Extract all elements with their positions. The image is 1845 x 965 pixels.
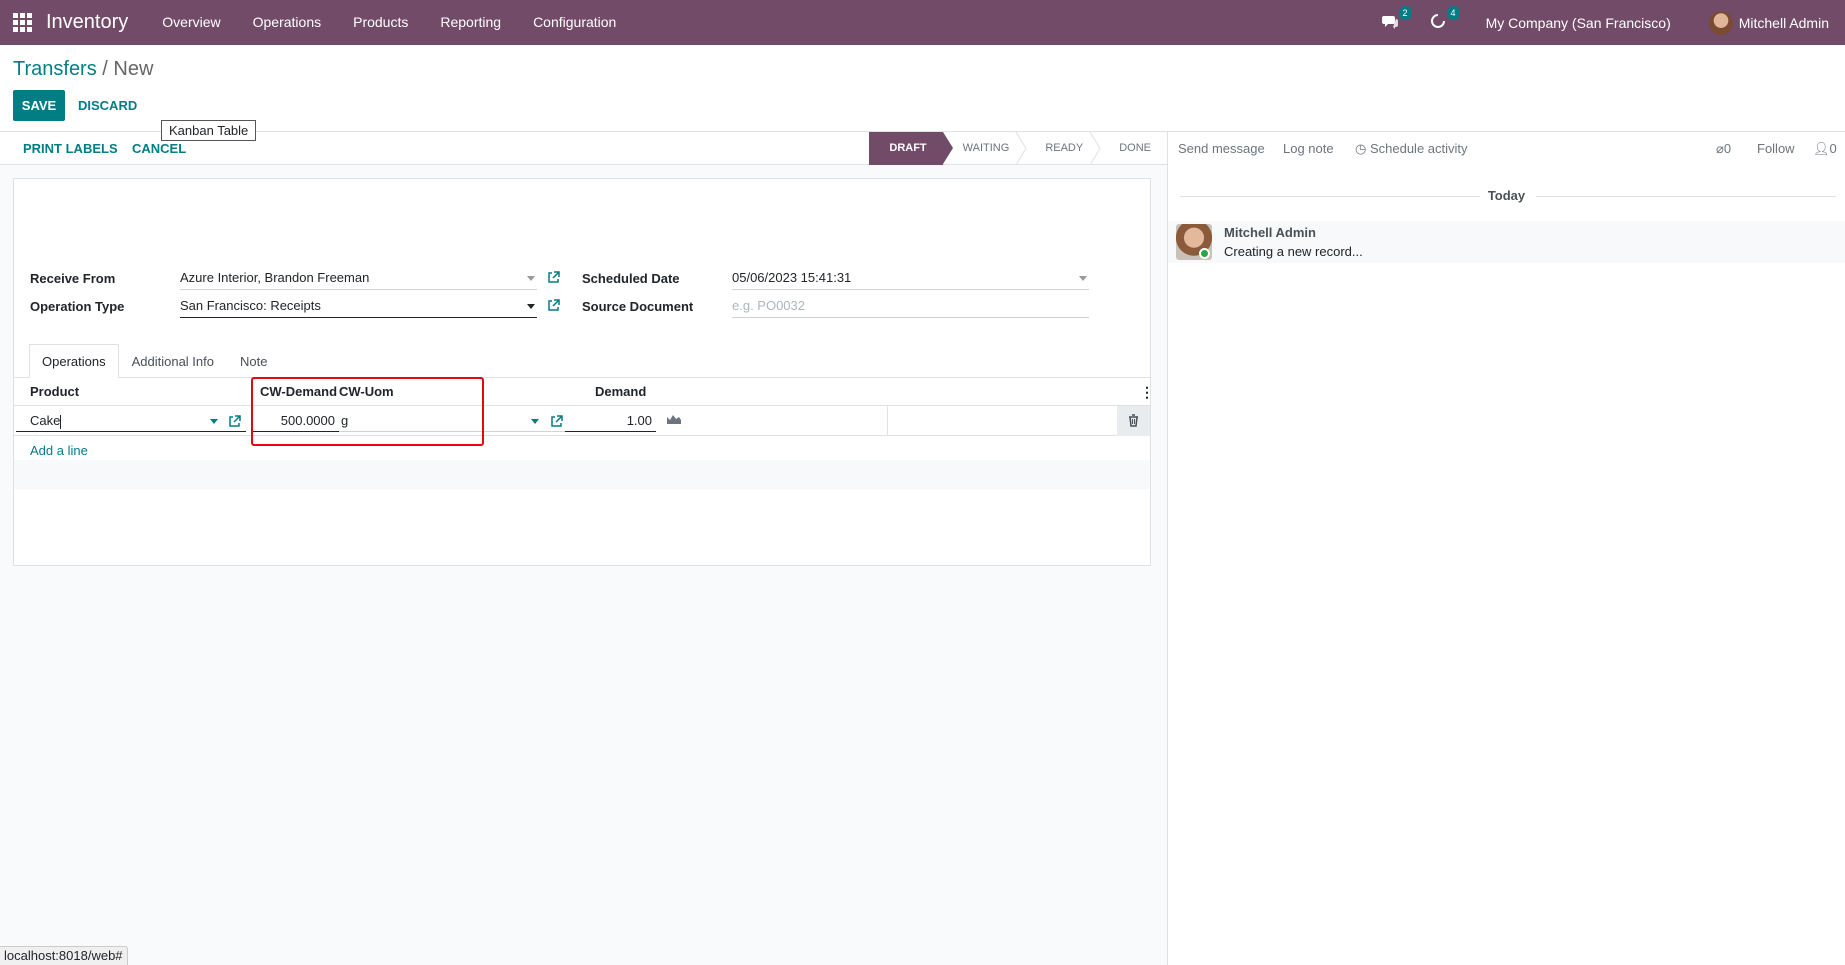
user-name: Mitchell Admin [1738, 14, 1829, 31]
demand-cell[interactable]: 1.00 [565, 410, 656, 432]
external-link-icon[interactable] [547, 271, 561, 285]
breadcrumb-current: New [113, 58, 154, 80]
print-labels-button[interactable]: PRINT LABELS [23, 132, 118, 165]
stage-done[interactable]: DONE [1099, 132, 1167, 165]
operation-type-label: Operation Type [30, 299, 125, 314]
stage-ready[interactable]: READY [1025, 132, 1101, 165]
source-document-label: Source Document [582, 299, 694, 314]
scheduled-date-field[interactable]: 05/06/2023 15:41:31 [732, 268, 1089, 290]
followers-button[interactable]: 👤︎0 [1813, 132, 1837, 165]
text-cursor [60, 414, 62, 429]
discard-button[interactable]: DISCARD [78, 90, 137, 121]
product-cell[interactable]: Cake [16, 410, 246, 432]
receive-from-label: Receive From [30, 271, 116, 286]
log-note-button[interactable]: Log note [1283, 132, 1334, 165]
delete-row-cell[interactable] [1117, 406, 1150, 436]
add-line-link[interactable]: Add a line [30, 443, 88, 458]
trash-icon[interactable] [1128, 414, 1139, 427]
schedule-activity-button[interactable]: ◷ Schedule activity [1355, 132, 1468, 165]
table-header: Product CW-Demand CW-Uom Demand ⋮ [14, 378, 1154, 406]
notebook-tabs: Operations Additional Info Note [29, 344, 280, 378]
operation-type-value: San Francisco: Receipts [180, 298, 321, 313]
tab-operations[interactable]: Operations [29, 344, 119, 378]
company-switcher[interactable]: My Company (San Francisco) [1486, 15, 1671, 31]
table-row[interactable]: Cake 500.0000 g 1.00 [14, 406, 1150, 436]
menu-products[interactable]: Products [337, 0, 424, 45]
menu-reporting[interactable]: Reporting [424, 0, 517, 45]
attachments-button[interactable]: ⌀0 [1716, 132, 1731, 165]
stage-ready-label: READY [1045, 142, 1084, 154]
scheduled-date-label: Scheduled Date [582, 271, 680, 286]
external-link-icon[interactable] [550, 413, 563, 435]
breadcrumb-transfers[interactable]: Transfers [13, 58, 97, 80]
user-menu[interactable]: Mitchell Admin [1708, 10, 1829, 35]
stage-draft[interactable]: DRAFT [869, 132, 953, 165]
date-separator: Today [1168, 188, 1845, 204]
user-icon: 👤︎ [1813, 141, 1830, 156]
dropdown-caret-icon[interactable] [1079, 276, 1087, 281]
followers-count: 0 [1829, 141, 1837, 156]
activities-badge: 4 [1446, 5, 1460, 20]
receive-from-field[interactable]: Azure Interior, Brandon Freeman [180, 268, 537, 290]
browser-status-url: localhost:8018/web# [0, 946, 128, 965]
clock-icon: ◷ [1355, 141, 1367, 156]
breadcrumb: Transfers / New [13, 58, 153, 81]
column-product[interactable]: Product [30, 378, 79, 406]
attachments-count: 0 [1723, 141, 1732, 156]
tab-additional-info[interactable]: Additional Info [119, 344, 227, 378]
follow-button[interactable]: Follow [1757, 132, 1795, 165]
message-author[interactable]: Mitchell Admin [1224, 225, 1316, 240]
dropdown-caret-icon[interactable] [210, 419, 218, 424]
top-navbar: Inventory Overview Operations Products R… [0, 0, 1845, 45]
tab-note[interactable]: Note [227, 344, 280, 378]
chatter-topbar: Send message Log note ◷ Schedule activit… [1168, 132, 1845, 165]
source-document-placeholder: e.g. PO0032 [732, 298, 805, 313]
receive-from-value: Azure Interior, Brandon Freeman [180, 270, 370, 285]
list-footer [14, 460, 1150, 489]
external-link-icon[interactable] [228, 413, 241, 435]
product-value: Cake [30, 413, 61, 428]
menu-overview[interactable]: Overview [146, 0, 236, 45]
scheduled-date-value: 05/06/2023 15:41:31 [732, 270, 852, 285]
dropdown-caret-icon[interactable] [527, 304, 535, 309]
external-link-icon[interactable] [547, 299, 561, 313]
stage-waiting[interactable]: WAITING [943, 132, 1027, 165]
today-label: Today [1487, 188, 1526, 203]
send-message-button[interactable]: Send message [1178, 132, 1265, 165]
user-avatar [1708, 10, 1733, 35]
column-demand[interactable]: Demand [595, 378, 646, 406]
menu-configuration[interactable]: Configuration [517, 0, 632, 45]
messages-badge: 2 [1398, 5, 1412, 20]
dropdown-caret-icon[interactable] [527, 276, 535, 281]
save-button[interactable]: SAVE [13, 90, 65, 121]
stage-waiting-label: WAITING [962, 142, 1010, 154]
forecast-chart-icon[interactable] [666, 410, 686, 432]
schedule-activity-label: Schedule activity [1369, 141, 1468, 156]
column-options-icon[interactable]: ⋮ [1140, 378, 1154, 406]
chatter-message: Mitchell Admin Creating a new record... [1168, 221, 1845, 263]
online-status-icon [1199, 248, 1210, 259]
breadcrumb-separator: / [96, 58, 114, 80]
apps-menu-icon[interactable] [12, 13, 32, 33]
dropdown-caret-icon[interactable] [531, 419, 539, 424]
messages-icon[interactable]: 2 [1380, 5, 1412, 33]
tooltip: Kanban Table [161, 120, 257, 141]
highlight-annotation [251, 377, 484, 446]
message-body: Creating a new record... [1224, 244, 1363, 259]
paperclip-icon: ⌀ [1716, 141, 1724, 156]
source-document-field[interactable]: e.g. PO0032 [732, 296, 1089, 318]
app-name[interactable]: Inventory [46, 11, 128, 34]
stage-pipeline: DRAFT WAITING READY DONE [869, 132, 1167, 165]
operation-type-field[interactable]: San Francisco: Receipts [180, 296, 537, 318]
column-divider [887, 406, 888, 436]
activities-icon[interactable]: 4 [1428, 5, 1460, 33]
menu-operations[interactable]: Operations [237, 0, 337, 45]
